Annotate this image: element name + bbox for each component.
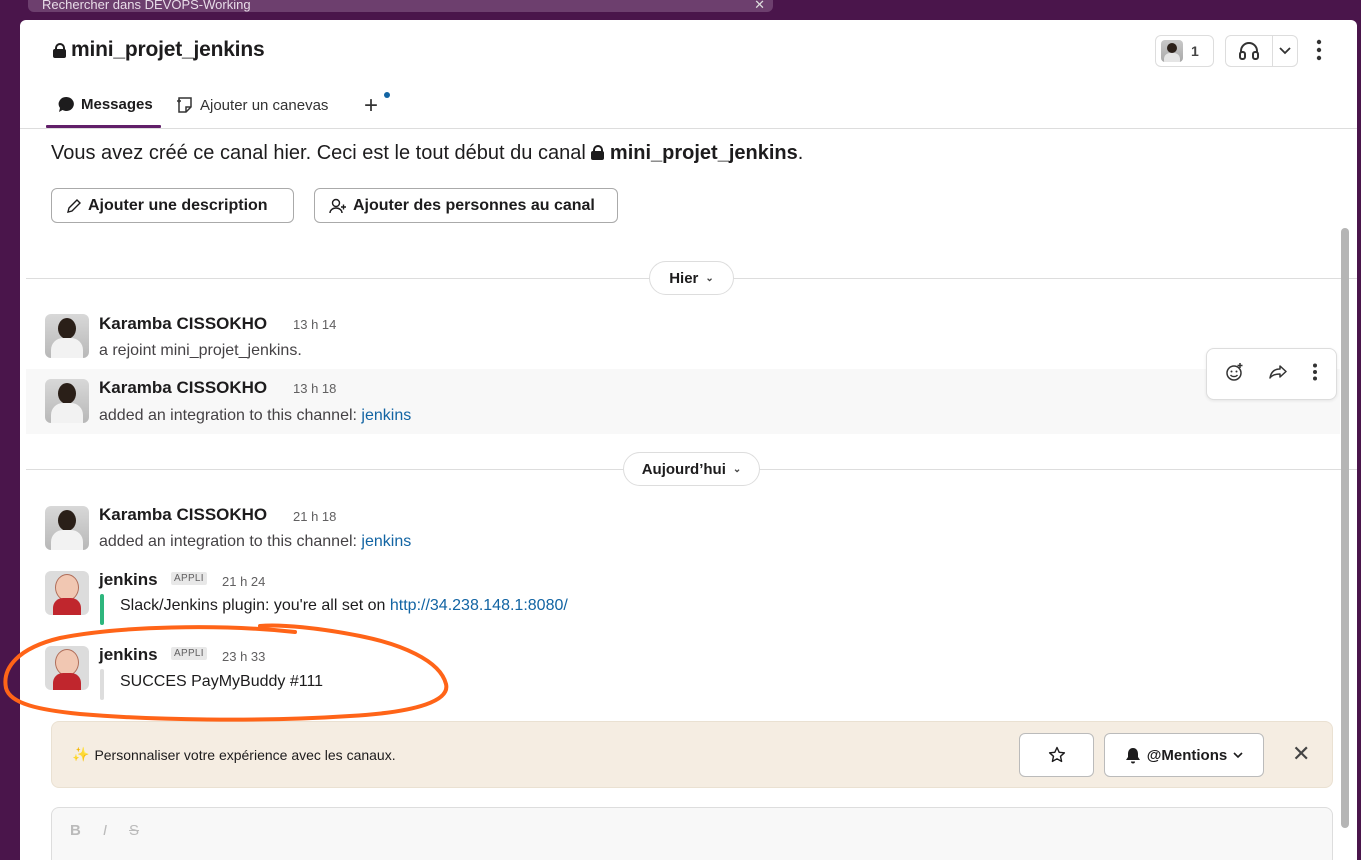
header-divider [20,128,1357,129]
forward-icon[interactable] [1268,364,1288,385]
bell-icon [1125,747,1140,763]
close-icon[interactable]: ✕ [1292,741,1310,767]
chevron-down-icon: ⌄ [705,272,714,284]
notifications-button[interactable]: @Mentions [1104,733,1264,777]
canvas-icon [177,97,192,113]
members-button[interactable]: 1 [1155,35,1214,67]
italic-icon[interactable]: I [103,822,107,839]
sparkles-icon: ✨ [72,746,90,762]
integration-link[interactable]: jenkins [361,407,411,424]
customize-banner: ✨ Personnaliser votre expérience avec le… [51,721,1333,788]
avatar[interactable] [45,314,89,358]
avatar[interactable] [45,646,89,690]
strikethrough-icon[interactable]: S [129,822,139,839]
attachment-text: Slack/Jenkins plugin: you're all set on … [120,597,568,615]
add-people-button[interactable]: Ajouter des personnes au canal [314,188,618,223]
member-avatar [1161,40,1183,62]
tab-messages-label: Messages [81,96,153,113]
channel-panel: mini_projet_jenkins 1 Messages Ajouter u… [20,20,1357,860]
message-body: added an integration to this channel: je… [99,407,411,425]
message-time[interactable]: 13 h 14 [293,317,336,332]
huddle-button[interactable] [1225,35,1298,67]
add-description-button[interactable]: Ajouter une description [51,188,294,223]
headphones-icon[interactable] [1226,36,1273,66]
member-count: 1 [1191,43,1199,59]
message-text: Slack/Jenkins plugin: you're all set on [120,597,390,614]
attachment-bar [100,594,104,625]
message-text: added an integration to this channel: [99,407,362,424]
message-author[interactable]: Karamba CISSOKHO [99,314,267,334]
scrollbar[interactable] [1341,228,1349,828]
date-divider-label: Aujourd’hui [641,460,726,478]
message-time[interactable]: 21 h 18 [293,509,336,524]
message-time[interactable]: 21 h 24 [222,574,265,589]
add-people-label: Ajouter des personnes au canal [353,196,595,214]
attachment-bar [100,669,104,700]
tab-add-canvas[interactable]: Ajouter un canevas [176,96,328,114]
channel-title[interactable]: mini_projet_jenkins [53,38,265,62]
app-badge: APPLI [171,572,207,585]
banner-message: ✨ Personnaliser votre expérience avec le… [72,746,396,763]
avatar[interactable] [45,506,89,550]
message-author[interactable]: Karamba CISSOKHO [99,378,267,398]
star-button[interactable] [1019,733,1094,777]
message-time[interactable]: 13 h 18 [293,381,336,396]
date-divider-today[interactable]: Aujourd’hui ⌄ [623,452,760,486]
tab-messages[interactable]: Messages [58,96,153,113]
message-author[interactable]: jenkins [99,570,158,590]
message-composer[interactable]: B I S [51,807,1333,860]
channel-name: mini_projet_jenkins [71,38,265,61]
tab-canvas-label: Ajouter un canevas [200,96,329,114]
message-time[interactable]: 23 h 33 [222,649,265,664]
integration-link[interactable]: jenkins [361,533,411,550]
kebab-icon[interactable] [1312,363,1318,386]
pencil-icon [67,198,81,213]
bold-icon[interactable]: B [70,822,81,839]
add-description-label: Ajouter une description [88,196,268,214]
lock-icon [591,145,605,160]
search-clear-icon[interactable]: ✕ [754,0,765,12]
search-placeholder: Rechercher dans DEVOPS-Working [42,0,251,12]
mentions-label: @Mentions [1146,746,1228,764]
chat-bubble-icon [58,96,74,112]
avatar[interactable] [45,571,89,615]
channel-intro: Vous avez créé ce canal hier. Ceci est l… [51,142,803,165]
message-author[interactable]: jenkins [99,645,158,665]
notification-dot [384,92,390,98]
message-author[interactable]: Karamba CISSOKHO [99,505,267,525]
intro-text: Vous avez créé ce canal hier. Ceci est l… [51,142,592,164]
intro-channel-name[interactable]: mini_projet_jenkins [610,142,798,164]
message-body: added an integration to this channel: je… [99,533,411,551]
jenkins-url-link[interactable]: http://34.238.148.1:8080/ [390,597,568,614]
message-actions-toolbar [1206,348,1337,400]
chevron-down-icon: ⌄ [732,463,742,475]
app-badge: APPLI [171,647,207,660]
message-text: added an integration to this channel: [99,533,362,550]
avatar[interactable] [45,379,89,423]
intro-period: . [797,142,804,164]
add-person-icon [329,198,346,213]
formatting-toolbar: B I S [70,822,139,839]
attachment-text: SUCCES PayMyBuddy #111 [120,673,324,690]
chevron-down-icon [1233,751,1243,758]
lock-icon [53,42,66,58]
banner-text: Personnaliser votre expérience avec les … [94,746,396,763]
chevron-down-icon[interactable] [1273,47,1297,55]
search-input[interactable]: Rechercher dans DEVOPS-Working ✕ [28,0,773,12]
date-divider-yesterday[interactable]: Hier ⌄ [649,261,734,295]
emoji-add-icon[interactable] [1225,362,1245,387]
kebab-icon[interactable] [1316,39,1322,66]
message-body: a rejoint mini_projet_jenkins. [99,342,302,359]
date-divider-label: Hier [669,269,699,287]
star-icon [1048,746,1065,763]
plus-icon[interactable]: + [364,92,378,120]
